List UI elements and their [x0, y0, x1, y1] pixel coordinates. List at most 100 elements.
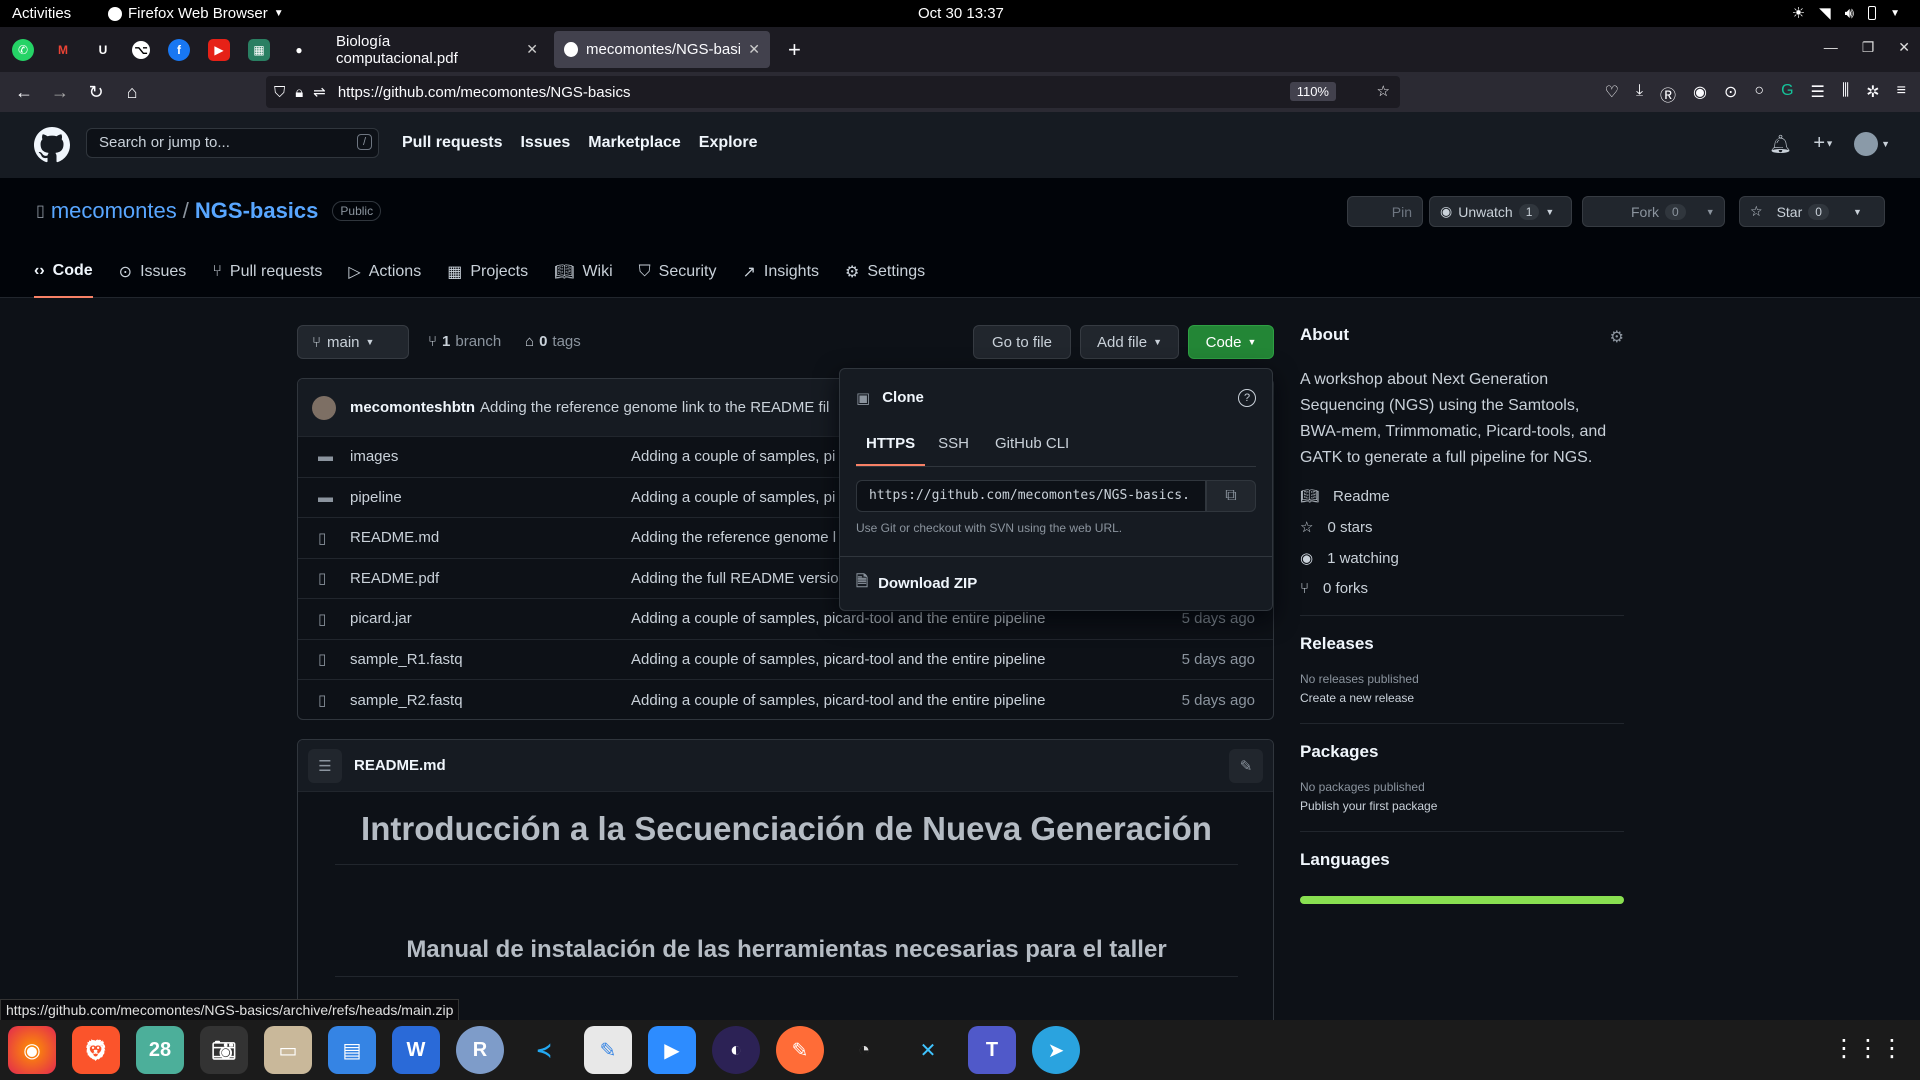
brave-app-icon[interactable]: 🦁︎ — [72, 1026, 120, 1074]
github-logo-icon[interactable] — [34, 127, 70, 163]
close-icon[interactable]: ✕ — [526, 41, 538, 58]
file-name[interactable]: picard.jar — [350, 610, 412, 627]
tab-settings[interactable]: ⚙ Settings — [845, 262, 925, 298]
extension-list-icon[interactable]: ☰ — [1811, 82, 1825, 106]
tags-link[interactable]: ⌂ 0 tags — [525, 333, 581, 350]
zoom-app-icon[interactable]: ▶ — [648, 1026, 696, 1074]
teams-app-icon[interactable]: T — [968, 1026, 1016, 1074]
minimize-button[interactable]: — — [1824, 39, 1838, 56]
nav-marketplace[interactable]: Marketplace — [588, 134, 681, 152]
avatar[interactable] — [312, 395, 336, 420]
branch-select[interactable]: ⑂ main ▼ — [297, 325, 409, 359]
stars-link[interactable]: ☆ 0 stars — [1300, 518, 1624, 537]
extensions-gear-icon[interactable]: ✲ — [1866, 82, 1879, 106]
permissions-icon[interactable]: ⇌ — [313, 83, 326, 101]
tab-wiki[interactable]: 📖︎ Wiki — [554, 262, 613, 298]
clone-tab-github-cli[interactable]: GitHub CLI — [982, 435, 1082, 466]
calendar-app-icon[interactable]: 28 — [136, 1026, 184, 1074]
github-icon[interactable]: ⌥ — [132, 40, 150, 59]
reddit-icon[interactable]: ● — [288, 39, 310, 61]
eclipse-app-icon[interactable]: ◐ — [712, 1026, 760, 1074]
facebook-icon[interactable]: f — [168, 38, 190, 61]
reload-button[interactable]: ↻ — [78, 82, 114, 103]
add-file-button[interactable]: Add file ▼ — [1080, 325, 1179, 359]
close-window-button[interactable]: ✕ — [1898, 39, 1910, 56]
calendar-app-icon[interactable]: ▦ — [248, 38, 270, 61]
file-commit-message[interactable]: Adding a couple of samples, pi — [631, 489, 835, 506]
file-commit-message[interactable]: Adding a couple of samples, picard-tool … — [631, 651, 1045, 668]
readme-filename[interactable]: README.md — [354, 757, 446, 774]
readme-link[interactable]: 📖︎ Readme — [1300, 487, 1624, 506]
pin-button[interactable]: Pin — [1347, 196, 1423, 227]
maximize-button[interactable]: ❐ — [1862, 39, 1875, 56]
unwatch-button[interactable]: ◉ Unwatch 1 ▼ — [1429, 196, 1572, 227]
file-name[interactable]: sample_R1.fastq — [350, 651, 463, 668]
commit-message[interactable]: Adding the reference genome link to the … — [480, 399, 829, 416]
grammarly-icon[interactable]: G — [1781, 82, 1793, 106]
github-extension-icon[interactable]: ⊙ — [1724, 82, 1737, 106]
bookmark-star-icon[interactable]: ☆ — [1377, 82, 1390, 100]
create-new-menu[interactable]: +▼ — [1813, 132, 1834, 155]
lock-icon[interactable]: 🔒︎ — [295, 84, 303, 101]
list-icon[interactable]: ☰ — [308, 748, 342, 783]
close-icon[interactable]: ✕ — [748, 41, 760, 58]
avatar[interactable] — [1854, 132, 1878, 156]
vscode-app-icon[interactable]: ≺ — [520, 1026, 568, 1074]
activities-button[interactable]: Activities — [12, 5, 71, 22]
whatsapp-icon[interactable]: ✆ — [12, 38, 34, 61]
camera-app-icon[interactable]: 📷︎ — [200, 1026, 248, 1074]
firefox-app-icon[interactable]: ◉ — [8, 1026, 56, 1074]
search-input[interactable]: Search or jump to... / — [86, 128, 379, 158]
tab-github[interactable]: mecomontes/NGS-basics ✕ — [554, 31, 770, 68]
tab-projects[interactable]: ▦ Projects — [447, 262, 528, 298]
downloads-icon[interactable]: ⤓ — [1636, 82, 1643, 106]
clone-url[interactable]: https://github.com/mecomontes/NGS-basics… — [869, 488, 1190, 503]
nav-pull-requests[interactable]: Pull requests — [402, 134, 502, 152]
fork-button[interactable]: Fork 0 ▼ — [1582, 196, 1725, 227]
edit-pencil-icon[interactable]: ✎ — [1229, 749, 1263, 783]
tab-security[interactable]: ⛉ Security — [639, 262, 717, 298]
postman-app-icon[interactable]: ✎ — [776, 1026, 824, 1074]
file-name[interactable]: pipeline — [350, 489, 402, 506]
nav-issues[interactable]: Issues — [520, 134, 570, 152]
publish-package-link[interactable]: Publish your first package — [1300, 799, 1624, 813]
youtube-icon[interactable]: ▶ — [208, 38, 230, 61]
about-settings-gear-icon[interactable]: ⚙ — [1610, 327, 1624, 347]
packages-title[interactable]: Packages — [1300, 742, 1624, 762]
repo-name-link[interactable]: NGS-basics — [195, 198, 319, 224]
clone-tab-https[interactable]: HTTPS — [856, 435, 926, 466]
store-app-icon[interactable]: ▤ — [328, 1026, 376, 1074]
url-text[interactable]: https://github.com/mecomontes/NGS-basics — [338, 84, 631, 101]
branches-link[interactable]: ⑂ 1 branch — [428, 333, 501, 350]
file-commit-message[interactable]: Adding a couple of samples, pi — [631, 448, 835, 465]
file-commit-message[interactable]: Adding a couple of samples, picard-tool … — [631, 610, 1045, 627]
file-commit-message[interactable]: Adding a couple of samples, picard-tool … — [631, 692, 1045, 709]
file-name[interactable]: images — [350, 448, 398, 465]
ublock-icon[interactable]: U — [92, 39, 114, 61]
go-to-file-button[interactable]: Go to file — [973, 325, 1071, 359]
forks-link[interactable]: ⑂ 0 forks — [1300, 580, 1624, 597]
file-row[interactable]: ▯ sample_R2.fastq Adding a couple of sampl… — [298, 680, 1273, 719]
clone-url-field[interactable]: https://github.com/mecomontes/NGS-basics… — [856, 480, 1206, 512]
copy-icon[interactable]: ⧉ — [1206, 480, 1256, 512]
download-zip-item[interactable]: 🗎 Download ZIP — [840, 556, 1272, 610]
shield-icon[interactable]: ⛉ — [274, 84, 285, 101]
url-bar[interactable]: ⛉ 🔒︎ ⇌ https://github.com/mecomontes/NGS… — [266, 76, 1400, 108]
clock[interactable]: Oct 30 13:37 — [918, 5, 1004, 22]
watching-link[interactable]: ◉ 1 watching — [1300, 549, 1624, 568]
extension-circle-icon[interactable]: ○ — [1754, 82, 1764, 106]
home-button[interactable]: ⌂ — [114, 82, 150, 103]
pocket-icon[interactable]: ♡ — [1605, 82, 1619, 106]
writer-app-icon[interactable]: W — [392, 1026, 440, 1074]
back-button[interactable]: ← — [6, 82, 42, 103]
tab-pull-requests[interactable]: ⑂ Pull requests — [212, 262, 322, 298]
app-menu[interactable]: Firefox Web Browser ▼ — [108, 5, 284, 22]
files-app-icon[interactable]: ▭ — [264, 1026, 312, 1074]
clone-tab-ssh[interactable]: SSH — [925, 435, 982, 466]
file-name[interactable]: sample_R2.fastq — [350, 692, 463, 709]
help-icon[interactable]: ? — [1238, 389, 1256, 407]
file-name[interactable]: README.md — [350, 529, 439, 546]
extension-cookie-icon[interactable]: ◉ — [1693, 82, 1707, 106]
file-name[interactable]: README.pdf — [350, 570, 439, 587]
r-app-icon[interactable]: R — [456, 1026, 504, 1074]
